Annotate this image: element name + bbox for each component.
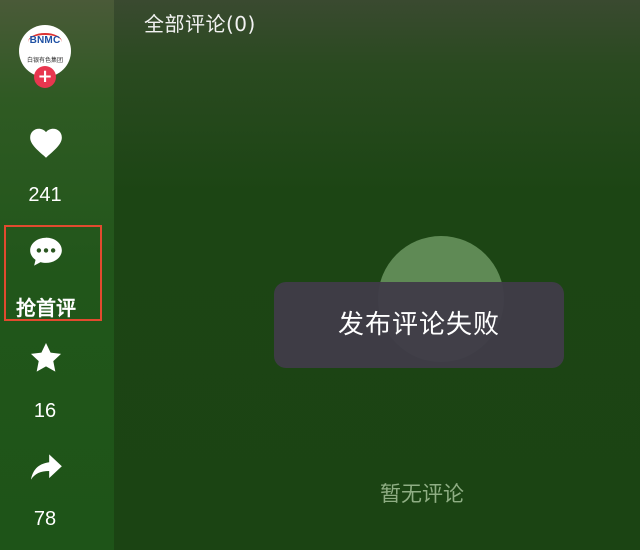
first-comment-label[interactable]: 抢首评 (0, 292, 92, 321)
like-count: 241 (28, 184, 62, 206)
avatar-logo-text: BNMC (29, 35, 61, 46)
comments-title: 全部评论(0) (144, 12, 256, 36)
share-count: 78 (33, 508, 57, 530)
video-comments-screen: BNMC 白银有色集团 + 241 抢首评 16 78 全部评论(0) 暂无评论… (0, 0, 640, 550)
heart-icon[interactable] (27, 124, 65, 162)
star-icon[interactable] (27, 339, 65, 377)
empty-state-text: 暂无评论 (380, 482, 464, 506)
favorite-count: 16 (33, 400, 57, 422)
avatar-logo-subtext: 白银有色集团 (26, 57, 63, 64)
error-toast: 发布评论失败 (274, 282, 564, 368)
share-arrow-icon[interactable] (27, 448, 65, 486)
plus-icon: + (37, 66, 53, 87)
action-rail: BNMC 白银有色集团 + 241 抢首评 16 78 (0, 0, 114, 550)
comment-bubble-icon[interactable] (27, 233, 65, 271)
follow-button[interactable]: + (34, 66, 56, 88)
comments-panel: 全部评论(0) (114, 0, 640, 550)
